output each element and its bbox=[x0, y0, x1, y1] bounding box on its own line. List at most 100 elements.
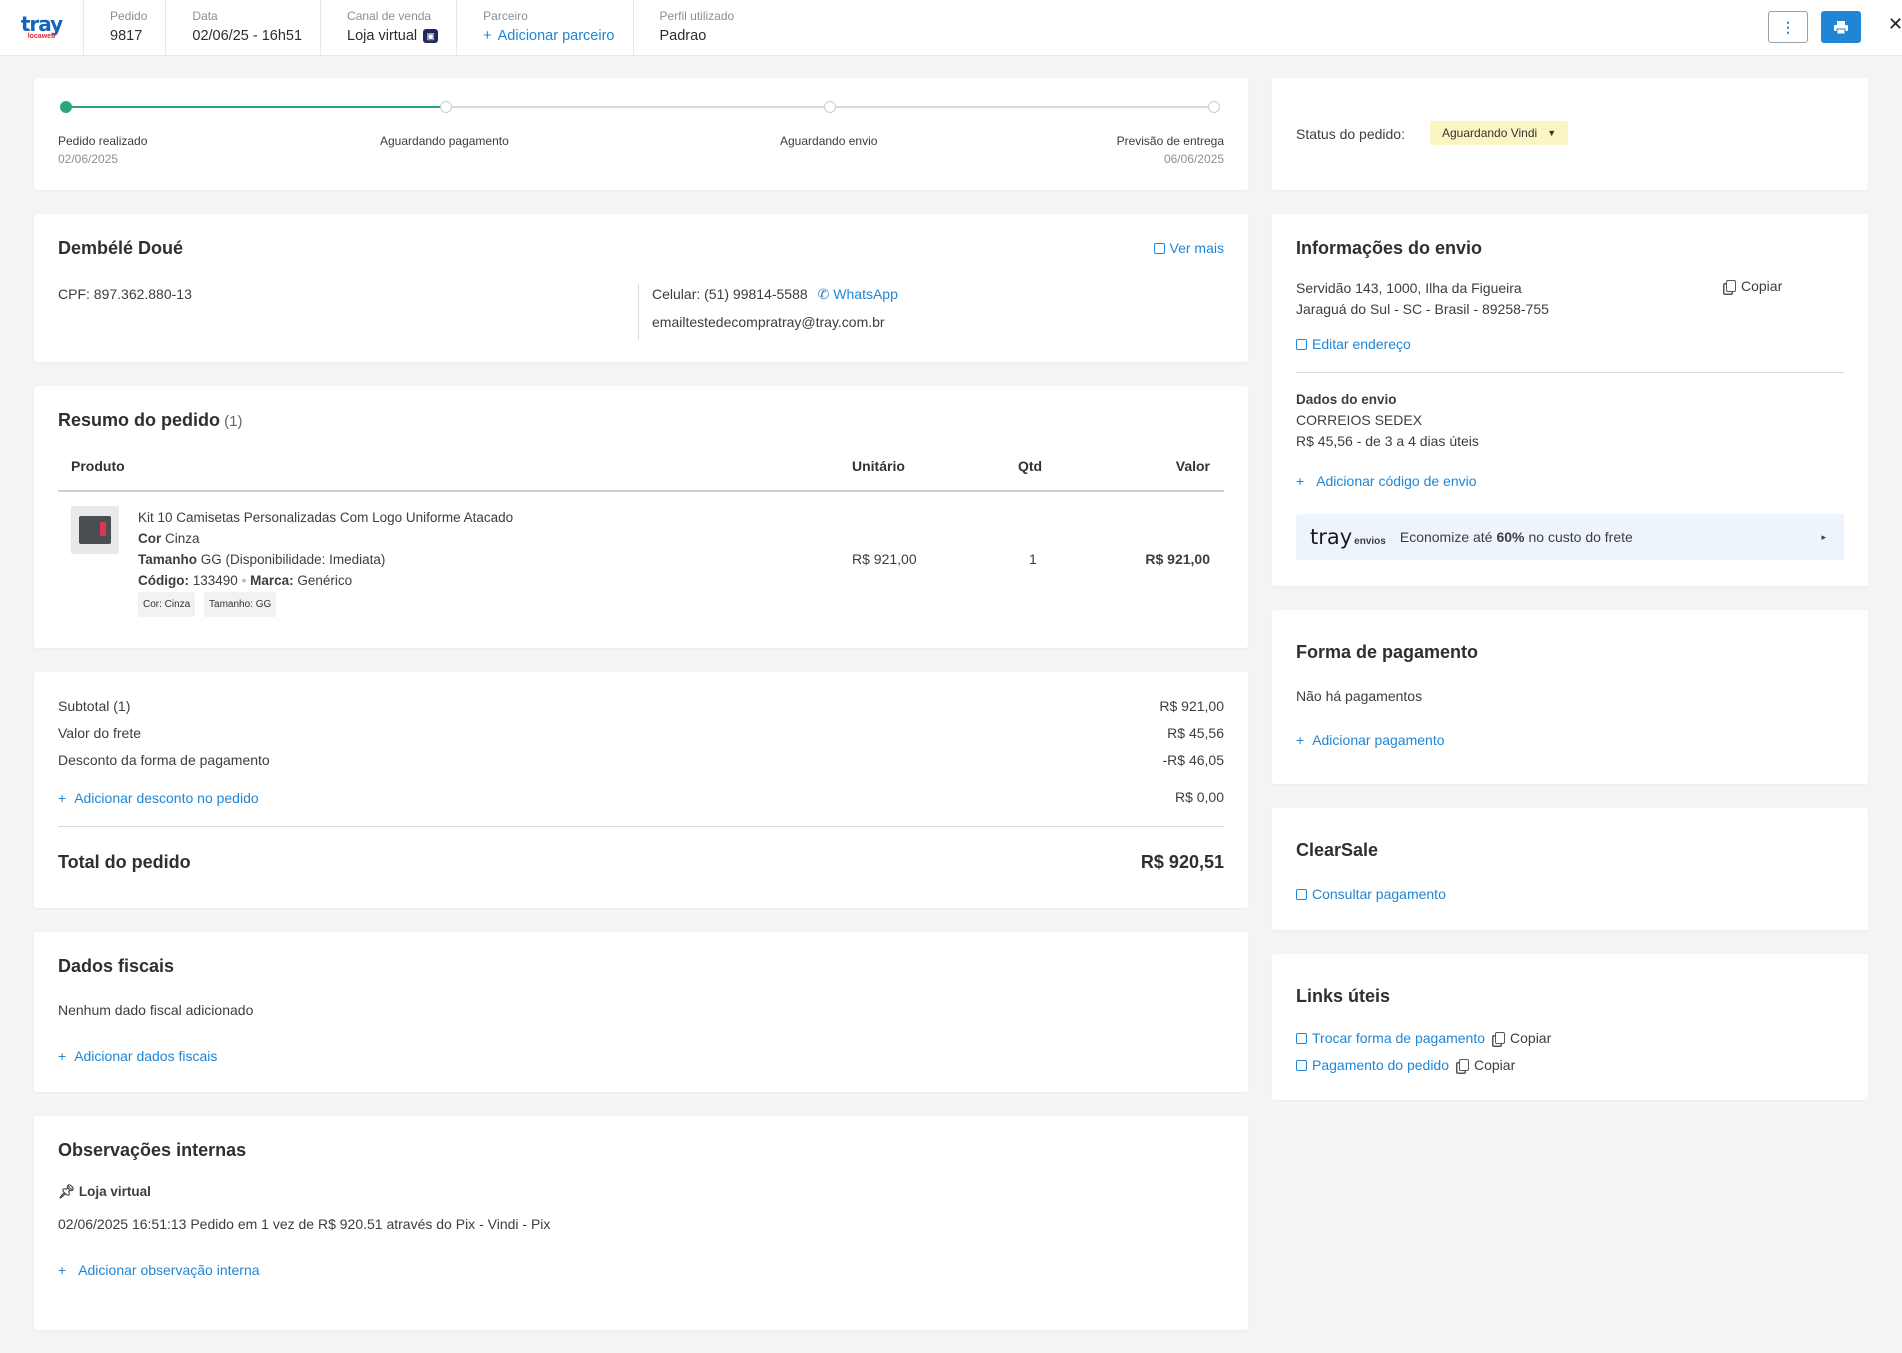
shipping-carrier: CORREIOS SEDEX bbox=[1296, 412, 1423, 428]
edit-address-link[interactable]: Editar endereço bbox=[1296, 336, 1411, 352]
clearsale-title: ClearSale bbox=[1296, 840, 1379, 860]
copy-label: Copiar bbox=[1474, 1057, 1516, 1073]
order-status-card: Status do pedido: Aguardando Vindi ▼ bbox=[1272, 78, 1868, 190]
product-quantity: 1 bbox=[1029, 551, 1037, 567]
order-total-label: Total do pedido bbox=[58, 852, 191, 872]
product-unit-price: R$ 921,00 bbox=[852, 551, 917, 567]
customer-phone-row: Celular: (51) 99814-5588 ✆ WhatsApp bbox=[652, 286, 898, 303]
order-progress-card: Pedido realizado 02/06/2025 Aguardando p… bbox=[34, 78, 1248, 190]
customer-name: Dembélé Doué bbox=[58, 238, 184, 258]
product-size: GG (Disponibilidade: Imediata) bbox=[200, 552, 386, 567]
order-number-label: Pedido bbox=[110, 8, 148, 23]
add-discount-button[interactable]: + Adicionar desconto no pedido bbox=[58, 790, 259, 806]
status-dropdown[interactable]: Aguardando Vindi ▼ bbox=[1430, 121, 1569, 145]
tray-envios-banner[interactable]: tray envios Economize até 60% no custo d… bbox=[1296, 514, 1844, 560]
add-internal-note-label: Adicionar observação interna bbox=[78, 1262, 260, 1278]
top-bar: tray locaweb Pedido 9817 Data 02/06/25 -… bbox=[0, 0, 1902, 56]
copy-link-button[interactable]: Copiar bbox=[1495, 1030, 1551, 1046]
consult-payment-link[interactable]: Consultar pagamento bbox=[1296, 886, 1446, 902]
product-image bbox=[71, 506, 119, 554]
logo-text: tray bbox=[20, 11, 63, 36]
customer-email: emailtestedecompratray@tray.com.br bbox=[652, 314, 885, 330]
add-tracking-code-button[interactable]: + Adicionar código de envio bbox=[1296, 473, 1477, 489]
product-tag: Cor: Cinza bbox=[138, 592, 196, 617]
more-options-button[interactable]: ⋮ bbox=[1768, 11, 1808, 43]
product-tag: Tamanho: GG bbox=[204, 592, 277, 617]
payment-method-card: Forma de pagamento Não há pagamentos + Ad… bbox=[1272, 610, 1868, 784]
add-discount-label: Adicionar desconto no pedido bbox=[74, 790, 259, 806]
store-icon: ▣ bbox=[423, 28, 439, 43]
kebab-icon: ⋮ bbox=[1781, 18, 1795, 35]
order-total-value: R$ 920,51 bbox=[1140, 852, 1224, 872]
column-header-valor: Valor bbox=[1175, 458, 1210, 474]
product-details: Kit 10 Camisetas Personalizadas Com Logo… bbox=[138, 507, 513, 617]
see-more-link[interactable]: Ver mais bbox=[1153, 240, 1224, 256]
note-source: 📌︎ Loja virtual bbox=[58, 1184, 151, 1200]
order-payment-link[interactable]: Pagamento do pedido bbox=[1296, 1057, 1449, 1073]
add-internal-note-button[interactable]: + Adicionar observação interna bbox=[58, 1262, 260, 1278]
tray-envios-logo-sub: envios bbox=[1354, 535, 1386, 547]
external-link-icon bbox=[1296, 1060, 1307, 1071]
add-fiscal-data-button[interactable]: + Adicionar dados fiscais bbox=[58, 1048, 217, 1064]
close-icon[interactable]: ✕ bbox=[1888, 14, 1902, 35]
step-label: Aguardando envio bbox=[780, 134, 878, 148]
table-header-divider bbox=[58, 490, 1224, 492]
copy-icon bbox=[1495, 1032, 1506, 1044]
add-payment-label: Adicionar pagamento bbox=[1312, 732, 1445, 748]
whatsapp-link[interactable]: ✆ WhatsApp bbox=[818, 286, 898, 303]
copy-link-button[interactable]: Copiar bbox=[1459, 1057, 1515, 1073]
customer-phone: Celular: (51) 99814-5588 bbox=[652, 286, 808, 302]
whatsapp-label: WhatsApp bbox=[833, 286, 898, 302]
sales-channel: Canal de venda Loja virtual ▣ bbox=[321, 0, 458, 56]
banner-text-post: no custo do frete bbox=[1528, 529, 1633, 545]
discount-value: R$ 0,00 bbox=[1174, 789, 1224, 805]
sales-channel-label: Canal de venda bbox=[347, 8, 432, 23]
caret-down-icon: ▼ bbox=[1547, 128, 1557, 138]
payment-method-title: Forma de pagamento bbox=[1296, 642, 1479, 662]
step-date: 02/06/2025 bbox=[58, 152, 119, 166]
copy-address-button[interactable]: Copiar bbox=[1726, 278, 1782, 294]
product-name[interactable]: Kit 10 Camisetas Personalizadas Com Logo… bbox=[138, 507, 513, 528]
add-payment-button[interactable]: + Adicionar pagamento bbox=[1296, 732, 1445, 748]
shipping-address: Servidão 143, 1000, Ilha da Figueira Jar… bbox=[1296, 278, 1549, 320]
order-number: Pedido 9817 bbox=[84, 0, 167, 56]
external-link-icon bbox=[1153, 243, 1165, 254]
useful-links-title: Links úteis bbox=[1296, 986, 1391, 1006]
status-label: Status do pedido: bbox=[1296, 126, 1405, 142]
order-summary-card: Resumo do pedido (1) Produto Unitário Qt… bbox=[34, 386, 1248, 648]
note-source-label: Loja virtual bbox=[78, 1184, 151, 1199]
product-brand-label: Marca: bbox=[250, 573, 294, 588]
product-tags: Cor: Cinza Tamanho: GG bbox=[138, 592, 513, 617]
product-size-row: Tamanho GG (Disponibilidade: Imediata) bbox=[138, 549, 513, 570]
subtotal-value: R$ 921,00 bbox=[1159, 698, 1224, 714]
product-color-label: Cor bbox=[138, 531, 162, 546]
step-label: Pedido realizado bbox=[58, 134, 148, 148]
product-size-label: Tamanho bbox=[138, 552, 198, 567]
subtotal-label: Subtotal (1) bbox=[58, 698, 131, 714]
order-summary-heading: Resumo do pedido bbox=[58, 410, 220, 430]
plus-icon: + bbox=[58, 1262, 67, 1278]
edit-icon bbox=[1296, 339, 1307, 350]
product-color: Cinza bbox=[165, 531, 200, 546]
step-dot bbox=[1208, 101, 1220, 113]
sales-channel-value: Loja virtual bbox=[347, 27, 418, 44]
column-header-produto: Produto bbox=[71, 458, 125, 474]
product-code-row: Código: 133490 • Marca: Genérico bbox=[138, 573, 353, 588]
change-payment-link[interactable]: Trocar forma de pagamento bbox=[1296, 1030, 1485, 1046]
divider bbox=[58, 826, 1224, 827]
product-code-label: Código: bbox=[138, 573, 189, 588]
step-label: Aguardando pagamento bbox=[380, 134, 509, 148]
partner-label: Parceiro bbox=[483, 8, 528, 23]
print-button[interactable] bbox=[1821, 11, 1861, 43]
customer-card: Dembélé Doué Ver mais CPF: 897.362.880-1… bbox=[34, 214, 1248, 362]
tray-envios-logo: tray bbox=[1310, 525, 1353, 549]
internal-notes-card: Observações internas 📌︎ Loja virtual 02/… bbox=[34, 1116, 1248, 1330]
pin-icon: 📌︎ bbox=[58, 1184, 79, 1199]
order-date-value: 02/06/25 - 16h51 bbox=[192, 27, 303, 44]
add-partner-button[interactable]: + Adicionar parceiro bbox=[483, 28, 614, 44]
whatsapp-icon: ✆ bbox=[817, 286, 834, 302]
payment-empty-text: Não há pagamentos bbox=[1296, 688, 1423, 704]
shipping-info-card: Informações do envio Servidão 143, 1000,… bbox=[1272, 214, 1868, 586]
order-date: Data 02/06/25 - 16h51 bbox=[166, 0, 322, 56]
profile-value: Padrao bbox=[659, 27, 707, 44]
